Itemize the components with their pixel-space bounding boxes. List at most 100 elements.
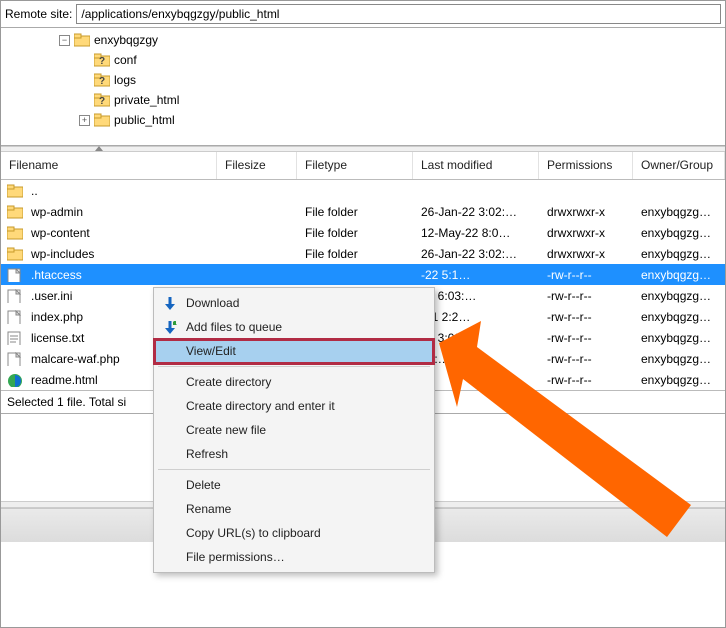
- menu-item-copy-url-s-to-clipboard[interactable]: Copy URL(s) to clipboard: [156, 521, 432, 545]
- file-name: license.txt: [31, 331, 84, 345]
- tree-node[interactable]: ? conf: [1, 50, 725, 70]
- table-row[interactable]: ..: [1, 180, 725, 201]
- pane-splitter[interactable]: [1, 146, 725, 152]
- file-text-icon: [7, 331, 23, 345]
- unknown-folder-icon: ?: [94, 53, 110, 67]
- remote-site-bar: Remote site:: [1, 1, 725, 28]
- menu-item-view-edit[interactable]: View/Edit: [156, 339, 432, 363]
- menu-item-label: Add files to queue: [186, 320, 282, 334]
- unknown-folder-icon: ?: [94, 93, 110, 107]
- menu-item-add-files-to-queue[interactable]: Add files to queue: [156, 315, 432, 339]
- tree-node-label[interactable]: public_html: [114, 113, 175, 127]
- col-filename[interactable]: Filename: [1, 152, 217, 179]
- remote-tree[interactable]: − enxybqgzgy ? conf? logs? private_html + pub…: [1, 28, 725, 146]
- file-permissions: -rw-r--r--: [539, 352, 633, 366]
- tree-node-label[interactable]: enxybqgzgy: [94, 33, 158, 47]
- context-menu[interactable]: Download Add files to queue View/Edit Creat…: [153, 287, 435, 573]
- file-owner: enxybqgzgy…: [633, 205, 725, 219]
- file-permissions: drwxrwxr-x: [539, 247, 633, 261]
- dlq-icon: [162, 319, 178, 335]
- file-owner: enxybqgzgy…: [633, 310, 725, 324]
- svg-text:?: ?: [99, 56, 105, 67]
- file-permissions: -rw-r--r--: [539, 289, 633, 303]
- menu-item-download[interactable]: Download: [156, 291, 432, 315]
- menu-item-label: Copy URL(s) to clipboard: [186, 526, 321, 540]
- menu-item-file-permissions[interactable]: File permissions…: [156, 545, 432, 569]
- file-name: readme.html: [31, 373, 98, 387]
- menu-item-refresh[interactable]: Refresh: [156, 442, 432, 466]
- file-owner: enxybqgzgy…: [633, 331, 725, 345]
- menu-item-label: Rename: [186, 502, 231, 516]
- file-permissions: drwxrwxr-x: [539, 205, 633, 219]
- file-permissions: drwxrwxr-x: [539, 226, 633, 240]
- menu-item-label: Refresh: [186, 447, 228, 461]
- menu-item-create-new-file[interactable]: Create new file: [156, 418, 432, 442]
- tree-node-label[interactable]: logs: [114, 73, 136, 87]
- table-row[interactable]: wp-content File folder12-May-22 8:0…drwxr…: [1, 222, 725, 243]
- remote-path-input[interactable]: [76, 4, 721, 24]
- file-name: malcare-waf.php: [31, 352, 120, 366]
- folder-icon: [7, 184, 23, 198]
- file-icon: [7, 310, 23, 324]
- col-filetype[interactable]: Filetype: [297, 152, 413, 179]
- table-row[interactable]: .htaccess-22 5:1…-rw-r--r--enxybqgzgy…: [1, 264, 725, 285]
- file-name: wp-admin: [31, 205, 83, 219]
- file-owner: enxybqgzgy…: [633, 268, 725, 282]
- file-modified: 26-Jan-22 3:02:…: [413, 205, 539, 219]
- tree-node[interactable]: + public_html: [1, 110, 725, 130]
- menu-item-label: Create directory: [186, 375, 271, 389]
- menu-item-delete[interactable]: Delete: [156, 473, 432, 497]
- menu-item-label: Create new file: [186, 423, 266, 437]
- tree-node-label[interactable]: conf: [114, 53, 137, 67]
- file-permissions: -rw-r--r--: [539, 331, 633, 345]
- menu-item-label: Download: [186, 296, 239, 310]
- menu-item-create-directory[interactable]: Create directory: [156, 370, 432, 394]
- folder-icon: [74, 33, 90, 47]
- col-filesize[interactable]: Filesize: [217, 152, 297, 179]
- file-name: wp-includes: [31, 247, 94, 261]
- file-owner: enxybqgzgy…: [633, 373, 725, 387]
- file-type: File folder: [297, 205, 413, 219]
- unknown-folder-icon: ?: [94, 73, 110, 87]
- menu-item-rename[interactable]: Rename: [156, 497, 432, 521]
- file-owner: enxybqgzgy…: [633, 289, 725, 303]
- file-permissions: -rw-r--r--: [539, 310, 633, 324]
- file-name: .user.ini: [31, 289, 72, 303]
- col-modified[interactable]: Last modified: [413, 152, 539, 179]
- file-icon: [7, 289, 23, 303]
- menu-item-label: View/Edit: [186, 344, 236, 358]
- file-icon: [7, 352, 23, 366]
- file-name: index.php: [31, 310, 83, 324]
- tree-spacer: [79, 95, 90, 106]
- folder-icon: [94, 113, 110, 127]
- file-type: File folder: [297, 247, 413, 261]
- menu-item-label: Create directory and enter it: [186, 399, 335, 413]
- file-owner: enxybqgzgy…: [633, 352, 725, 366]
- tree-node[interactable]: ? logs: [1, 70, 725, 90]
- file-grid-header: Filename Filesize Filetype Last modified…: [1, 152, 725, 180]
- col-owner[interactable]: Owner/Group: [633, 152, 725, 179]
- folder-icon: [7, 226, 23, 240]
- file-modified: -22 5:1…: [413, 268, 539, 282]
- tree-node-label[interactable]: private_html: [114, 93, 179, 107]
- file-owner: enxybqgzgy…: [633, 226, 725, 240]
- dl-icon: [162, 295, 178, 311]
- svg-text:?: ?: [99, 76, 105, 87]
- tree-node[interactable]: ? private_html: [1, 90, 725, 110]
- file-permissions: -rw-r--r--: [539, 373, 633, 387]
- file-icon: [7, 268, 23, 282]
- remote-site-label: Remote site:: [5, 7, 72, 21]
- table-row[interactable]: wp-includesFile folder26-Jan-22 3:02:…dr…: [1, 243, 725, 264]
- col-permissions[interactable]: Permissions: [539, 152, 633, 179]
- menu-item-create-directory-and-enter-it[interactable]: Create directory and enter it: [156, 394, 432, 418]
- menu-separator: [158, 366, 430, 367]
- table-row[interactable]: wp-admin File folder26-Jan-22 3:02:…drwxr…: [1, 201, 725, 222]
- file-owner: enxybqgzgy…: [633, 247, 725, 261]
- menu-separator: [158, 469, 430, 470]
- file-type: File folder: [297, 226, 413, 240]
- file-name: wp-content: [31, 226, 90, 240]
- file-modified: 12-May-22 8:0…: [413, 226, 539, 240]
- tree-expand-icon[interactable]: +: [79, 115, 90, 126]
- tree-collapse-icon[interactable]: −: [59, 35, 70, 46]
- folder-icon: [7, 205, 23, 219]
